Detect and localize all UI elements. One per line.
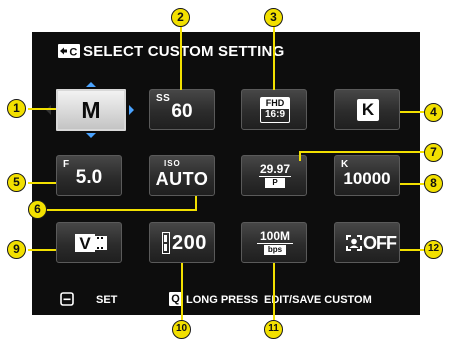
callout-line-9 [28, 249, 56, 251]
footer-long-press: LONG PRESS [186, 294, 259, 306]
k-icon: K [357, 99, 379, 121]
callout-line-2 [180, 24, 182, 90]
custom-setting-icon: C [58, 44, 80, 58]
face-detection-tile[interactable]: OFF [334, 222, 400, 263]
bitrate-badge: 100M bps [257, 230, 293, 256]
film-simulation-tile[interactable]: V [56, 222, 122, 263]
callout-line-11 [273, 263, 275, 320]
down-arrow-icon [86, 133, 96, 138]
callout-line-12 [400, 249, 425, 251]
callout-line-8 [400, 183, 425, 185]
bitrate-value: 100M [257, 230, 293, 244]
callout-line-7a [299, 152, 301, 161]
frame-rate-badge: 29.97 P [259, 163, 291, 189]
dynamic-range-value: 200 [172, 232, 207, 254]
callout-6: 6 [28, 200, 47, 219]
callout-line-4 [400, 111, 425, 113]
callout-12: 12 [424, 240, 443, 259]
callout-11: 11 [264, 320, 283, 339]
callout-10: 10 [172, 320, 191, 339]
callout-2: 2 [171, 8, 190, 27]
title-text: SELECT CUSTOM SETTING [83, 42, 285, 60]
bitrate-tile[interactable]: 100M bps [241, 222, 307, 263]
movie-mode-line2: 16:9 [264, 109, 285, 120]
iso-tile[interactable]: ISO AUTO [149, 155, 215, 196]
shutter-speed-tile[interactable]: SS 60 [149, 89, 215, 130]
dynamic-range-mark-bottom [164, 244, 167, 251]
dynamic-range-mark-top [164, 235, 167, 242]
frame-rate-tile[interactable]: 29.97 P [241, 155, 307, 196]
white-balance-tile[interactable]: K 10000 [334, 155, 400, 196]
right-arrow-icon [129, 105, 134, 115]
left-arrow-icon [46, 105, 51, 115]
bitrate-sub: bps [264, 245, 286, 255]
shooting-mode-tile[interactable]: M [56, 89, 126, 131]
face-detection-value: OFF [363, 233, 397, 253]
q-key-text: Q [171, 293, 180, 305]
callout-4: 4 [424, 103, 443, 122]
frame-rate-value: 29.97 [259, 162, 291, 177]
menu-icon [60, 292, 74, 309]
callout-line-1 [28, 108, 56, 110]
svg-text:C: C [69, 47, 77, 59]
callout-line-7b [299, 151, 425, 153]
dynamic-range-icon [162, 232, 170, 254]
movie-mode-line1: FHD [261, 98, 289, 109]
shutter-speed-value: 60 [171, 101, 193, 122]
shooting-mode-value: M [81, 97, 101, 123]
callout-5: 5 [7, 173, 26, 192]
callout-line-5 [28, 182, 56, 184]
callout-line-3 [273, 24, 275, 90]
movie-mode-tile[interactable]: FHD 16:9 [241, 89, 307, 130]
white-balance-value: 10000 [343, 169, 391, 188]
film-simulation-letter: V [79, 234, 91, 253]
callout-1: 1 [7, 99, 26, 118]
movie-mode-badge: FHD 16:9 [260, 97, 290, 123]
aperture-value: 5.0 [75, 167, 103, 188]
page-title: C SELECT CUSTOM SETTING [58, 41, 284, 61]
iso-value: AUTO [155, 169, 209, 189]
aperture-tile[interactable]: F 5.0 [56, 155, 122, 196]
film-simulation-icon: V [75, 233, 107, 253]
callout-3: 3 [264, 8, 283, 27]
k-key-tile[interactable]: K [334, 89, 400, 130]
callout-7: 7 [424, 143, 443, 162]
callout-line-10 [181, 263, 183, 320]
footer-set-label: SET [96, 294, 118, 306]
k-icon-text: K [361, 100, 375, 119]
dynamic-range-tile[interactable]: 200 [149, 222, 215, 263]
callout-9: 9 [7, 240, 26, 259]
iso-label: ISO [164, 159, 181, 168]
up-arrow-icon [86, 82, 96, 87]
frame-rate-sub: P [265, 178, 285, 188]
callout-line-6b [46, 209, 197, 211]
footer-edit-save: EDIT/SAVE CUSTOM [264, 294, 372, 306]
face-detection-icon [346, 235, 362, 251]
callout-8: 8 [424, 174, 443, 193]
callout-line-6a [195, 196, 197, 210]
